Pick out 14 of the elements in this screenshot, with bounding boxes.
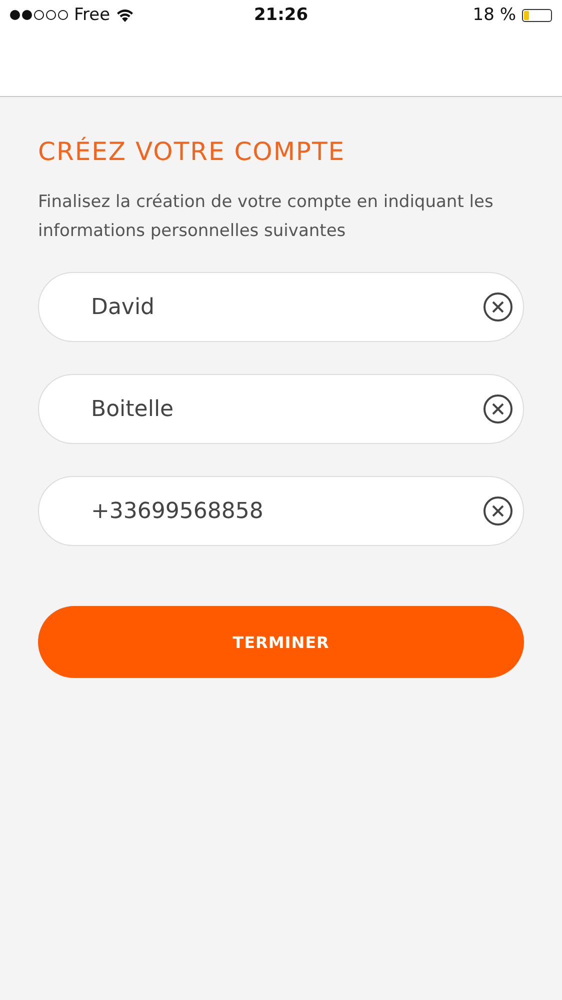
text-field[interactable]: Boitelle (38, 374, 524, 444)
carrier-name: Free (74, 5, 110, 25)
clear-icon[interactable] (482, 393, 514, 425)
page-title: CRÉEZ VOTRE COMPTE (38, 137, 346, 166)
clock-time: 21:26 (254, 5, 308, 25)
battery-percentage: 18 % (472, 5, 516, 25)
battery-icon (522, 8, 552, 22)
text-field[interactable]: David (38, 272, 524, 342)
clear-icon[interactable] (482, 495, 514, 527)
signal-icon (10, 10, 68, 20)
clear-icon[interactable] (482, 291, 514, 323)
text-field[interactable]: +33699568858 (38, 476, 524, 546)
wifi-icon (116, 8, 134, 22)
description-text: Finalisez la création de votre compte en indiquant les informations personnelles suivantes (38, 191, 494, 243)
